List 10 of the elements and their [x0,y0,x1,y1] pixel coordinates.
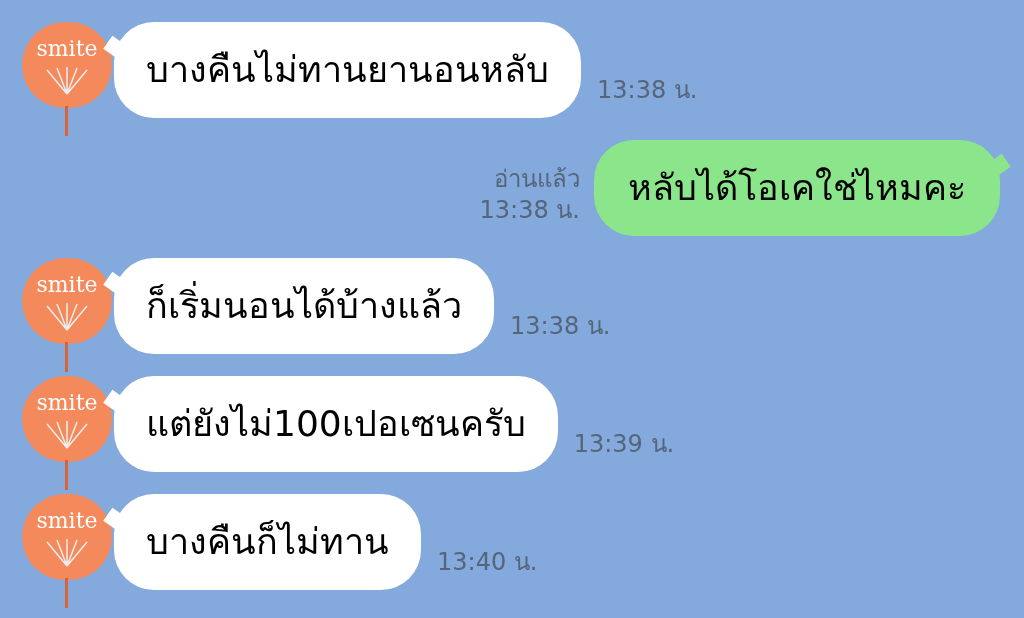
message-time: 13:39 น. [573,429,675,460]
message-time: 13:38 น. [510,311,611,342]
message-time: 13:38 น. [597,75,698,106]
message-time: 13:40 น. [437,547,538,578]
avatar-label: smite [36,274,98,296]
message-time: 13:38 น. [479,194,580,226]
avatar-label: smite [36,38,98,60]
avatar-label: smite [36,392,98,414]
read-receipt: อ่านแล้ว [494,163,580,195]
avatar-label: smite [36,510,98,532]
